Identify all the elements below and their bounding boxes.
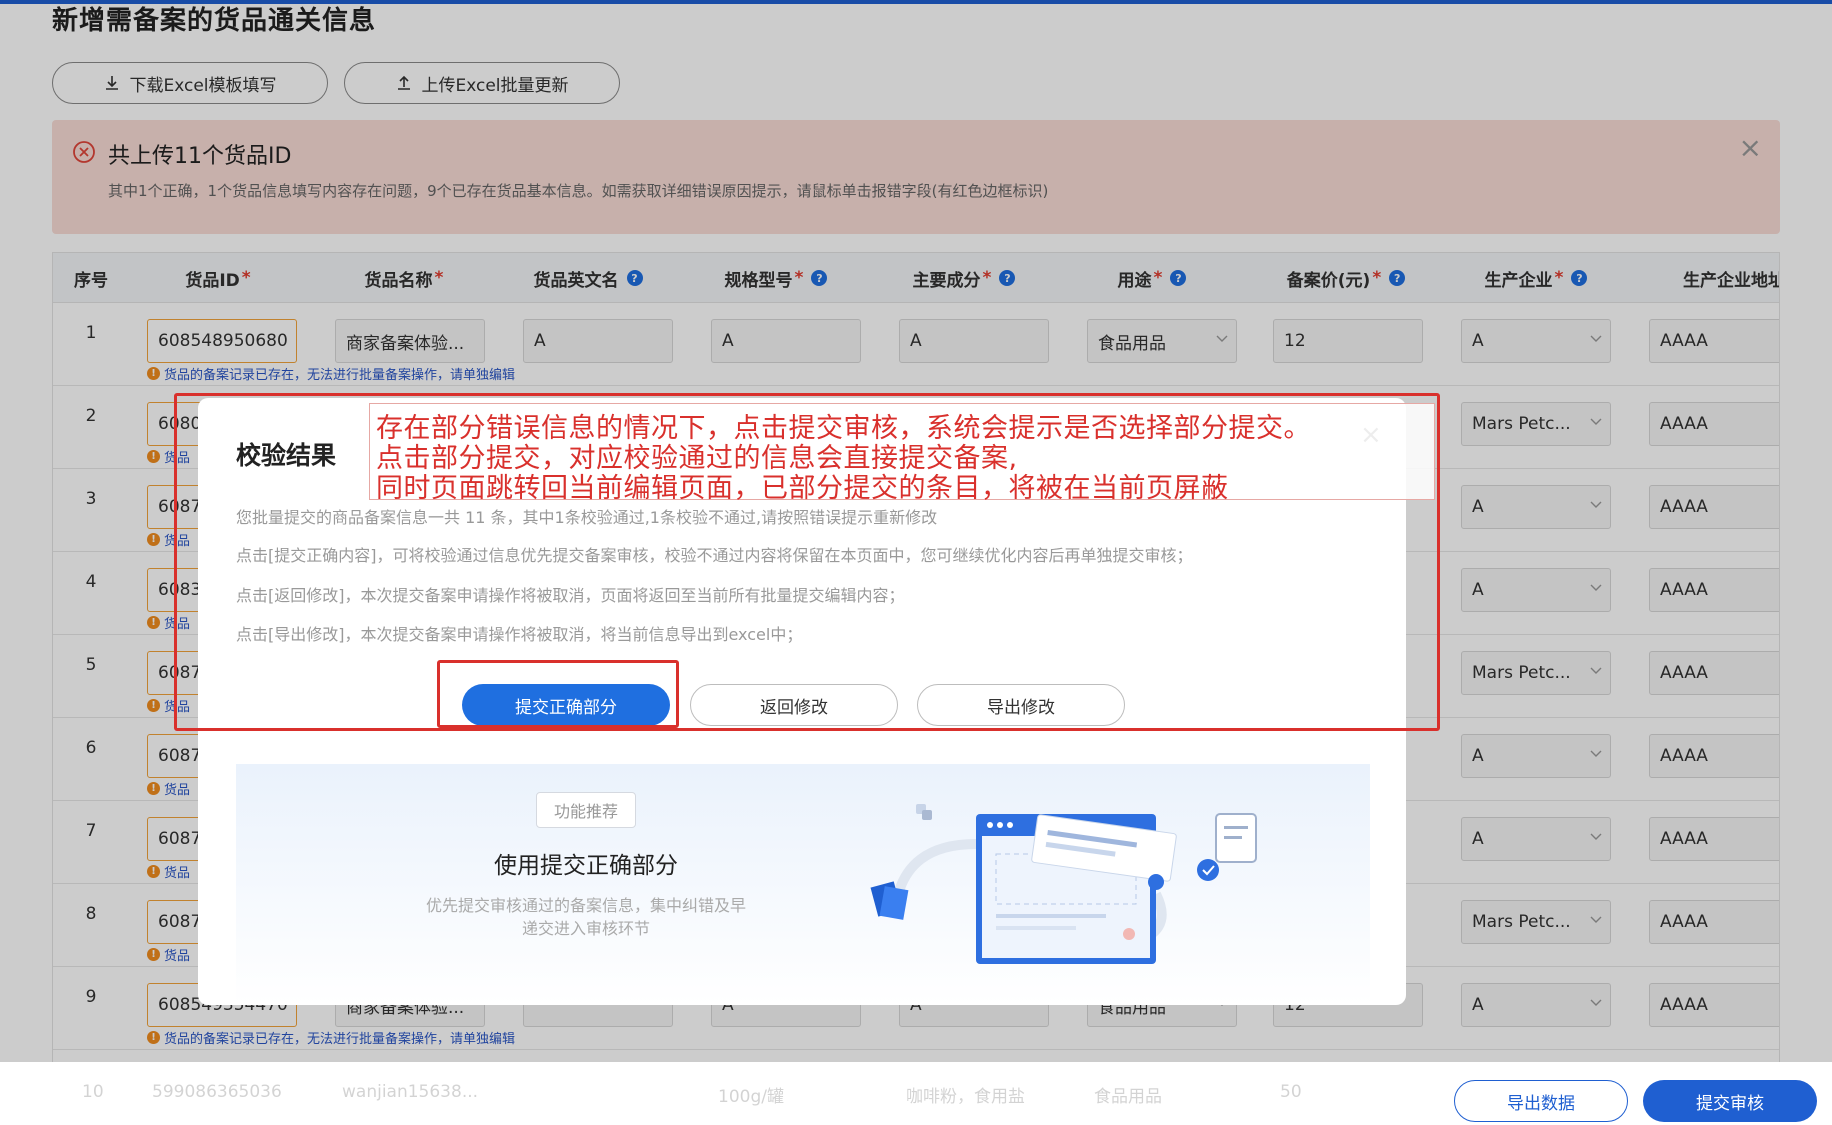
annotation-button-highlight: [437, 660, 679, 728]
ghost-row-10: 10 599086365036 wanjian15638... 100g/罐 咖…: [82, 1082, 1302, 1107]
feature-description: 优先提交审核通过的备案信息，集中纠错及早 递交进入审核环节: [425, 896, 746, 938]
feature-tag: 功能推荐: [536, 792, 636, 828]
feature-illustration-icon: [870, 804, 1257, 964]
annotation-line-3: 同时页面跳转回当前编辑页面，已部分提交的条目，将被在当前页屏蔽: [376, 473, 1229, 504]
export-data-button[interactable]: 导出数据: [1454, 1080, 1628, 1122]
submit-review-button[interactable]: 提交审核: [1643, 1080, 1817, 1122]
page: 新增需备案的货品通关信息 下载Excel模板填写 上传Excel批量更新 共上传…: [0, 0, 1832, 1125]
feature-title: 使用提交正确部分: [494, 853, 678, 879]
feature-recommend-panel: 功能推荐 使用提交正确部分 优先提交审核通过的备案信息，集中纠错及早 递交进入审…: [236, 764, 1370, 1005]
annotation-callout: 存在部分错误信息的情况下，点击提交审核，系统会提示是否选择部分提交。 点击部分提…: [369, 403, 1435, 504]
